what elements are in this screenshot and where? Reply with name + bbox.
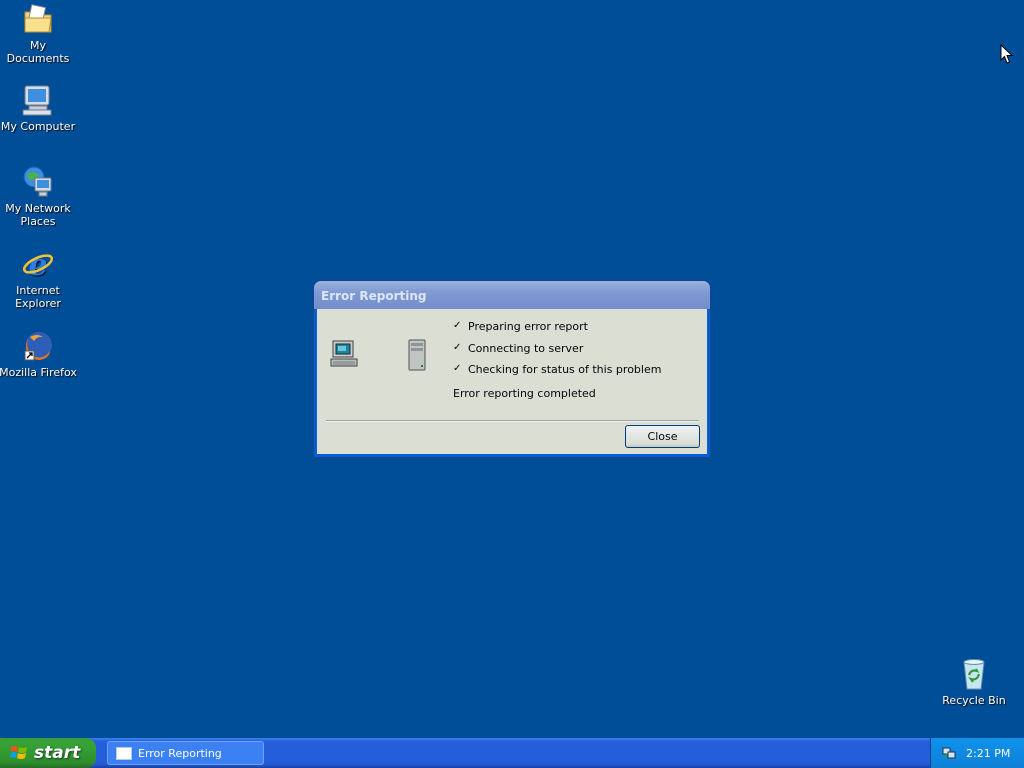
step-label: Connecting to server [468,341,584,355]
desktop-icon-label: My Documents [6,39,70,65]
desktop-icon-label: Internet Explorer [15,284,61,310]
close-button[interactable]: Close [625,425,700,448]
clock[interactable]: 2:21 PM [966,747,1010,760]
dialog-title: Error Reporting [321,289,427,303]
taskbar-button-label: Error Reporting [138,746,222,760]
windows-logo-icon [10,744,28,762]
checkmark-icon: ✓ [453,363,462,374]
system-tray: 2:21 PM [930,738,1024,768]
recycle-bin-icon [957,657,991,691]
network-places-icon [21,165,55,199]
desktop-icon-my-documents[interactable]: My Documents [0,2,78,65]
start-button[interactable]: start [0,738,96,768]
dialog-client-area: ✓ Preparing error report ✓ Connecting to… [317,309,707,454]
desktop-icon-label: My Computer [0,120,76,133]
dialog-titlebar[interactable]: Error Reporting [314,281,710,309]
checkmark-icon: ✓ [453,341,462,353]
step-preparing-error-report: ✓ Preparing error report [453,320,661,342]
completion-status-text: Error reporting completed [453,387,596,400]
desktop-icon-my-computer[interactable]: My Computer [0,83,78,133]
mouse-cursor-icon [1000,43,1014,68]
window-icon [116,746,132,760]
step-connecting-to-server: ✓ Connecting to server [453,342,661,364]
desktop-icon-recycle-bin[interactable]: Recycle Bin [934,657,1014,707]
checkmark-icon: ✓ [453,320,462,331]
taskbar: start Error Reporting 2:21 PM [0,738,1024,768]
error-reporting-dialog: Error Reporting ✓ Preparing error report… [314,281,710,457]
desktop-icon-internet-explorer[interactable]: e Internet Explorer [0,247,78,310]
step-label: Preparing error report [468,320,588,333]
dialog-separator [326,420,699,422]
step-checking-status: ✓ Checking for status of this problem [453,363,661,385]
desktop-icon-label: My Network Places [5,202,71,228]
firefox-icon [21,329,55,363]
taskbar-button-error-reporting[interactable]: Error Reporting [107,741,264,765]
computer-icon [329,339,361,374]
svg-text:e: e [28,248,47,281]
server-icon [407,339,427,374]
desktop-icon-mozilla-firefox[interactable]: Mozilla Firefox [0,329,78,379]
computer-icon [21,83,55,117]
desktop-icon-label: Mozilla Firefox [0,366,77,379]
internet-explorer-icon: e [21,247,55,283]
desktop-icon-label: Recycle Bin [942,694,1006,707]
desktop-icon-my-network-places[interactable]: My Network Places [0,165,78,228]
folder-documents-icon [21,2,55,36]
start-label: start [34,743,81,763]
progress-steps-list: ✓ Preparing error report ✓ Connecting to… [453,320,661,385]
step-label: Checking for status of this problem [468,363,662,376]
network-connection-icon[interactable] [942,746,956,760]
